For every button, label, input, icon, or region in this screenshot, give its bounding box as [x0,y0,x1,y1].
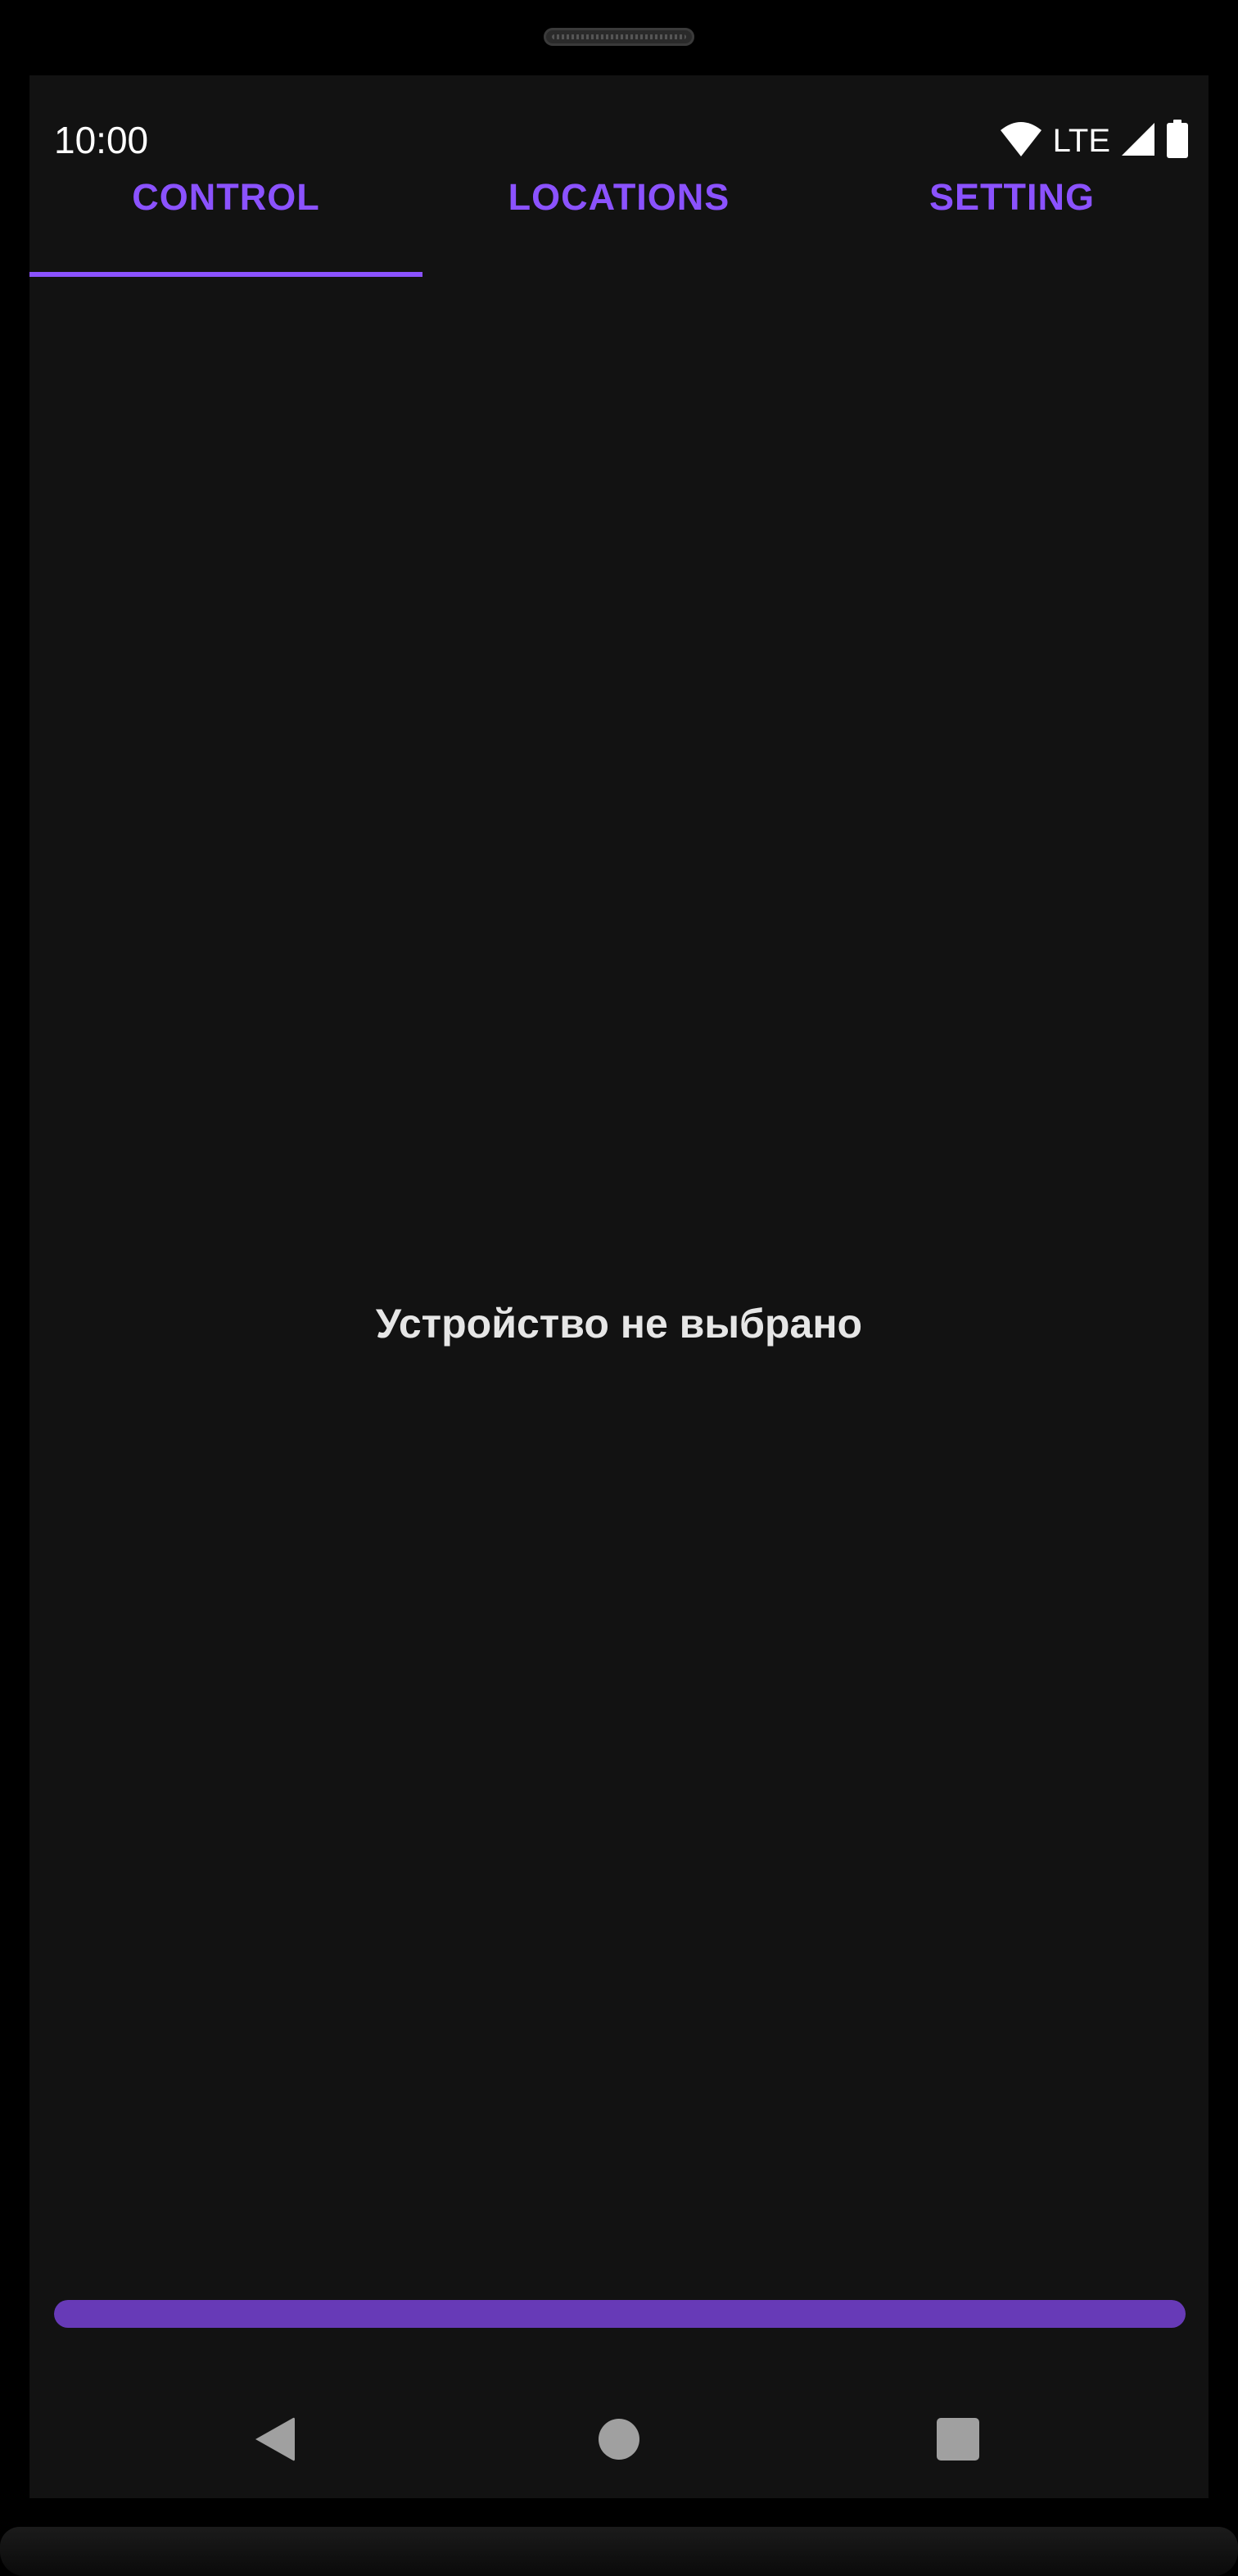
tab-control[interactable]: CONTROL [29,174,422,280]
home-button[interactable] [586,2408,652,2474]
signal-icon [1120,121,1156,161]
no-device-message: Устройство не выбрано [375,1301,863,1347]
screen: 10:00 LTE CONTROL LOCATIONS SETTING Устр… [29,75,1209,2498]
progress-bar [54,2300,1186,2328]
status-time: 10:00 [54,119,149,161]
tab-locations[interactable]: LOCATIONS [422,174,816,280]
progress-fill [54,2300,1186,2328]
wifi-icon [999,120,1043,162]
tab-setting[interactable]: SETTING [816,174,1209,280]
status-bar: 10:00 LTE [29,75,1209,159]
back-icon [252,2415,298,2468]
tab-indicator [29,272,422,277]
status-icons: LTE [999,119,1189,163]
recents-button[interactable] [925,2408,991,2474]
recents-icon [936,2417,980,2465]
navigation-bar [29,2384,1209,2498]
network-type-label: LTE [1052,123,1110,159]
tab-bar: CONTROL LOCATIONS SETTING [29,174,1209,280]
battery-icon [1166,119,1189,163]
tab-locations-label: LOCATIONS [508,176,730,218]
bottom-bezel [0,2527,1238,2576]
tab-control-label: CONTROL [132,176,320,218]
home-icon [598,2418,640,2465]
device-frame: 10:00 LTE CONTROL LOCATIONS SETTING Устр… [0,0,1238,2576]
speaker-grille [544,28,694,46]
tab-setting-label: SETTING [929,176,1095,218]
back-button[interactable] [242,2408,308,2474]
